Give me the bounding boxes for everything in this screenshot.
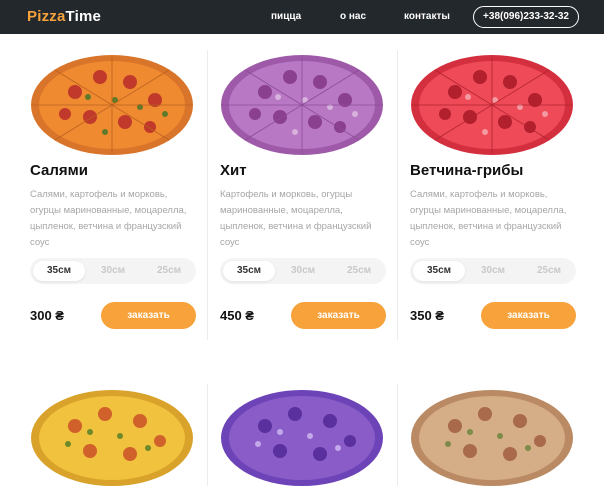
product-card: Хит Картофель и морковь, огурцы маринова… (220, 34, 410, 344)
size-option-25[interactable]: 25см (523, 261, 575, 281)
product-description: Картофель и морковь, огурцы маринованные… (220, 189, 372, 248)
product-description: Салями, картофель и морковь, огурцы мари… (410, 189, 567, 248)
column-divider (397, 384, 398, 486)
size-option-25[interactable]: 25см (143, 261, 195, 281)
pizza-image[interactable] (220, 386, 385, 486)
order-button[interactable]: заказать (291, 302, 386, 329)
product-title: Салями (30, 162, 88, 179)
size-option-35[interactable]: 35см (33, 261, 85, 281)
pizza-image[interactable] (410, 52, 575, 157)
order-button[interactable]: заказать (481, 302, 576, 329)
logo[interactable]: PizzaTime (27, 8, 101, 25)
size-option-30[interactable]: 30см (467, 261, 519, 281)
pizza-image[interactable] (410, 386, 575, 486)
size-option-35[interactable]: 35см (223, 261, 275, 281)
size-selector: 35см 30см 25см (220, 258, 386, 284)
product-grid: Салями Салями, картофель и морковь, огур… (0, 34, 604, 486)
product-description: Салями, картофель и морковь, огурцы мари… (30, 189, 187, 248)
pizza-image[interactable] (30, 386, 195, 486)
pizza-image[interactable] (220, 52, 385, 157)
size-selector: 35см 30см 25см (30, 258, 196, 284)
logo-pizza: Pizza (27, 8, 66, 25)
size-selector: 35см 30см 25см (410, 258, 576, 284)
size-option-25[interactable]: 25см (333, 261, 385, 281)
order-button[interactable]: заказать (101, 302, 196, 329)
product-card: Ветчина-грибы Салями, картофель и морков… (410, 34, 600, 344)
nav-about[interactable]: о нас (340, 11, 366, 22)
product-card: Салями Салями, картофель и морковь, огур… (30, 34, 220, 344)
phone-button[interactable]: +38(096)233-32-32 (473, 6, 579, 28)
nav-contacts[interactable]: контакты (404, 11, 450, 22)
size-option-30[interactable]: 30см (87, 261, 139, 281)
logo-time: Time (65, 8, 102, 25)
pizza-image[interactable] (30, 52, 195, 157)
size-option-30[interactable]: 30см (277, 261, 329, 281)
product-price: 300 ₴ (30, 308, 64, 323)
top-navbar: PizzaTime пицца о нас контакты +38(096)2… (0, 0, 604, 34)
nav-pizza[interactable]: пицца (271, 11, 301, 22)
product-price: 450 ₴ (220, 308, 254, 323)
product-title: Хит (220, 162, 247, 179)
size-option-35[interactable]: 35см (413, 261, 465, 281)
product-title: Ветчина-грибы (410, 162, 524, 179)
product-price: 350 ₴ (410, 308, 444, 323)
column-divider (207, 384, 208, 486)
